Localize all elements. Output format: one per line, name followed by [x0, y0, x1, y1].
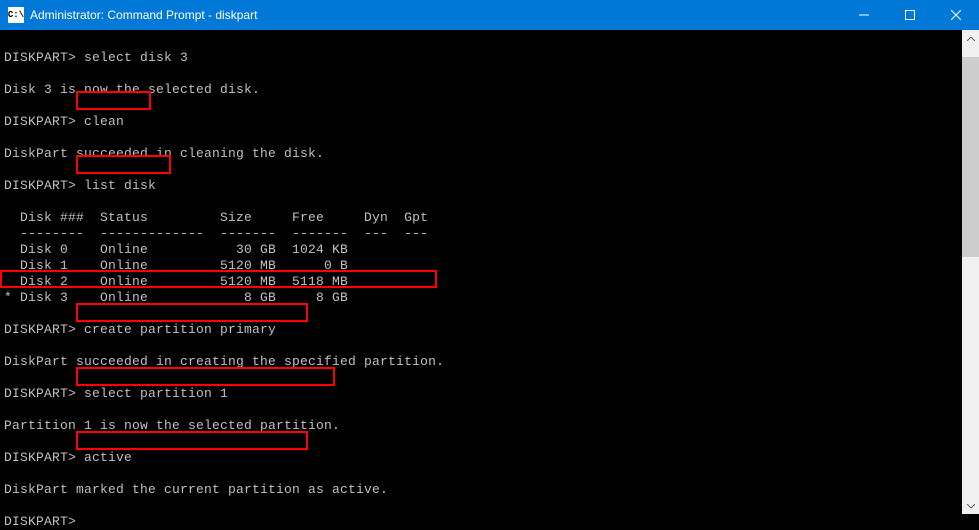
close-button[interactable] — [933, 0, 979, 30]
cmd-select-disk: select disk 3 — [76, 50, 188, 65]
table-row: Disk 2 Online 5120 MB 5118 MB — [4, 274, 348, 289]
window-title: Administrator: Command Prompt - diskpart — [30, 8, 841, 22]
cmd-select-partition: select partition 1 — [76, 386, 228, 401]
prompt: DISKPART> — [4, 178, 76, 193]
output-line: DiskPart marked the current partition as… — [4, 482, 388, 497]
output-line: DiskPart succeeded in cleaning the disk. — [4, 146, 324, 161]
chevron-up-icon — [967, 37, 975, 41]
scroll-up-button[interactable] — [962, 30, 979, 47]
prompt: DISKPART> — [4, 114, 76, 129]
scroll-thumb[interactable] — [962, 57, 979, 257]
table-row: * Disk 3 Online 8 GB 8 GB — [4, 290, 348, 305]
maximize-button[interactable] — [887, 0, 933, 30]
output-line: Partition 1 is now the selected partitio… — [4, 418, 340, 433]
terminal-output[interactable]: DISKPART> select disk 3 Disk 3 is now th… — [0, 30, 979, 530]
prompt: DISKPART> — [4, 386, 76, 401]
close-icon — [951, 10, 961, 20]
output-line: DiskPart succeeded in creating the speci… — [4, 354, 444, 369]
titlebar[interactable]: C:\ Administrator: Command Prompt - disk… — [0, 0, 979, 30]
minimize-icon — [859, 10, 869, 20]
table-separator: -------- ------------- ------- ------- -… — [4, 226, 428, 241]
output-line: Disk 3 is now the selected disk. — [4, 82, 260, 97]
maximize-icon — [905, 10, 915, 20]
cmd-active: active — [76, 450, 132, 465]
chevron-down-icon — [967, 504, 975, 508]
prompt: DISKPART> — [4, 322, 76, 337]
prompt: DISKPART> — [4, 514, 76, 529]
scroll-down-button[interactable] — [962, 497, 979, 514]
cmd-create-partition: create partition primary — [76, 322, 276, 337]
scrollbar[interactable] — [962, 30, 979, 514]
cmd-list-disk: list disk — [76, 178, 156, 193]
minimize-button[interactable] — [841, 0, 887, 30]
prompt: DISKPART> — [4, 50, 76, 65]
prompt: DISKPART> — [4, 450, 76, 465]
table-row: Disk 1 Online 5120 MB 0 B — [4, 258, 348, 273]
table-row: Disk 0 Online 30 GB 1024 KB — [4, 242, 348, 257]
table-header: Disk ### Status Size Free Dyn Gpt — [4, 210, 428, 225]
scroll-track[interactable] — [962, 47, 979, 497]
cmd-icon: C:\ — [8, 7, 24, 23]
cmd-clean: clean — [76, 114, 124, 129]
